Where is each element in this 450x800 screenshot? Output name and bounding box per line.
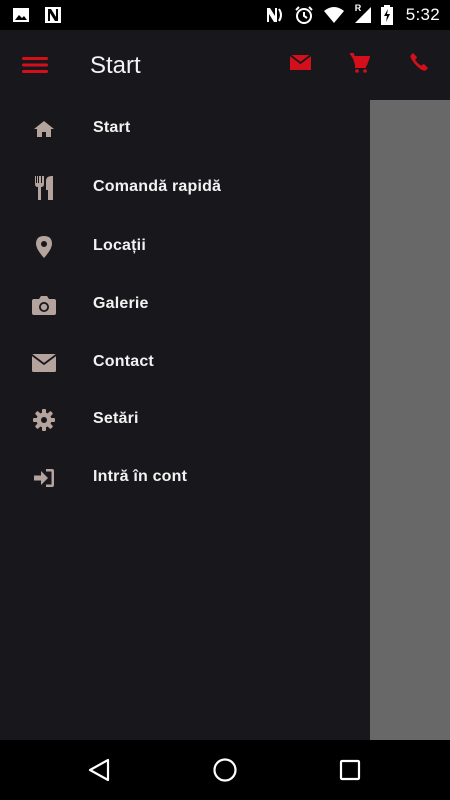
network-badge: R bbox=[354, 3, 362, 13]
drawer-item-label: Start bbox=[93, 119, 131, 136]
drawer-item-label: Contact bbox=[93, 353, 154, 370]
sign-in-icon bbox=[32, 466, 56, 490]
n-app-icon bbox=[44, 6, 62, 24]
phone-icon[interactable] bbox=[410, 53, 428, 76]
drawer-item-locatii[interactable]: Locații bbox=[0, 221, 370, 273]
location-pin-icon bbox=[32, 235, 56, 259]
image-icon bbox=[12, 7, 30, 23]
drawer-item-label: Galerie bbox=[93, 295, 149, 312]
navigation-drawer: Start Comandă rapidă Locații Galerie Con… bbox=[0, 100, 370, 740]
drawer-item-label: Locații bbox=[93, 237, 146, 254]
envelope-icon bbox=[32, 351, 56, 375]
status-bar: R 5:32 bbox=[0, 0, 450, 30]
drawer-item-contact[interactable]: Contact bbox=[0, 337, 370, 389]
app-bar: Start bbox=[0, 30, 450, 100]
gear-icon bbox=[32, 408, 56, 432]
wifi-icon bbox=[323, 6, 345, 24]
drawer-item-label: Intră în cont bbox=[93, 468, 188, 485]
app-bar-title: Start bbox=[90, 52, 141, 79]
home-icon bbox=[32, 117, 56, 141]
home-circle-icon[interactable] bbox=[211, 756, 239, 784]
mail-icon[interactable] bbox=[289, 53, 312, 76]
nfc-icon bbox=[265, 6, 285, 24]
status-time: 5:32 bbox=[405, 5, 440, 24]
drawer-item-label: Setări bbox=[93, 410, 139, 427]
drawer-item-setari[interactable]: Setări bbox=[0, 394, 370, 446]
cart-icon[interactable] bbox=[350, 53, 371, 78]
cutlery-icon bbox=[32, 176, 56, 200]
back-icon[interactable] bbox=[86, 756, 114, 784]
recents-icon[interactable] bbox=[336, 756, 364, 784]
drawer-item-start[interactable]: Start bbox=[0, 103, 370, 155]
drawer-item-label: Comandă rapidă bbox=[93, 178, 222, 195]
signal-icon: R bbox=[354, 3, 372, 24]
battery-charging-icon bbox=[380, 5, 393, 25]
system-navigation-bar bbox=[0, 740, 450, 800]
alarm-icon bbox=[294, 5, 314, 25]
drawer-item-galerie[interactable]: Galerie bbox=[0, 279, 370, 331]
camera-icon bbox=[32, 293, 56, 317]
drawer-item-intra-in-cont[interactable]: Intră în cont bbox=[0, 452, 370, 504]
drawer-item-comanda-rapida[interactable]: Comandă rapidă bbox=[0, 162, 370, 214]
content-scrim[interactable] bbox=[370, 100, 450, 740]
hamburger-menu-icon[interactable] bbox=[22, 54, 48, 76]
